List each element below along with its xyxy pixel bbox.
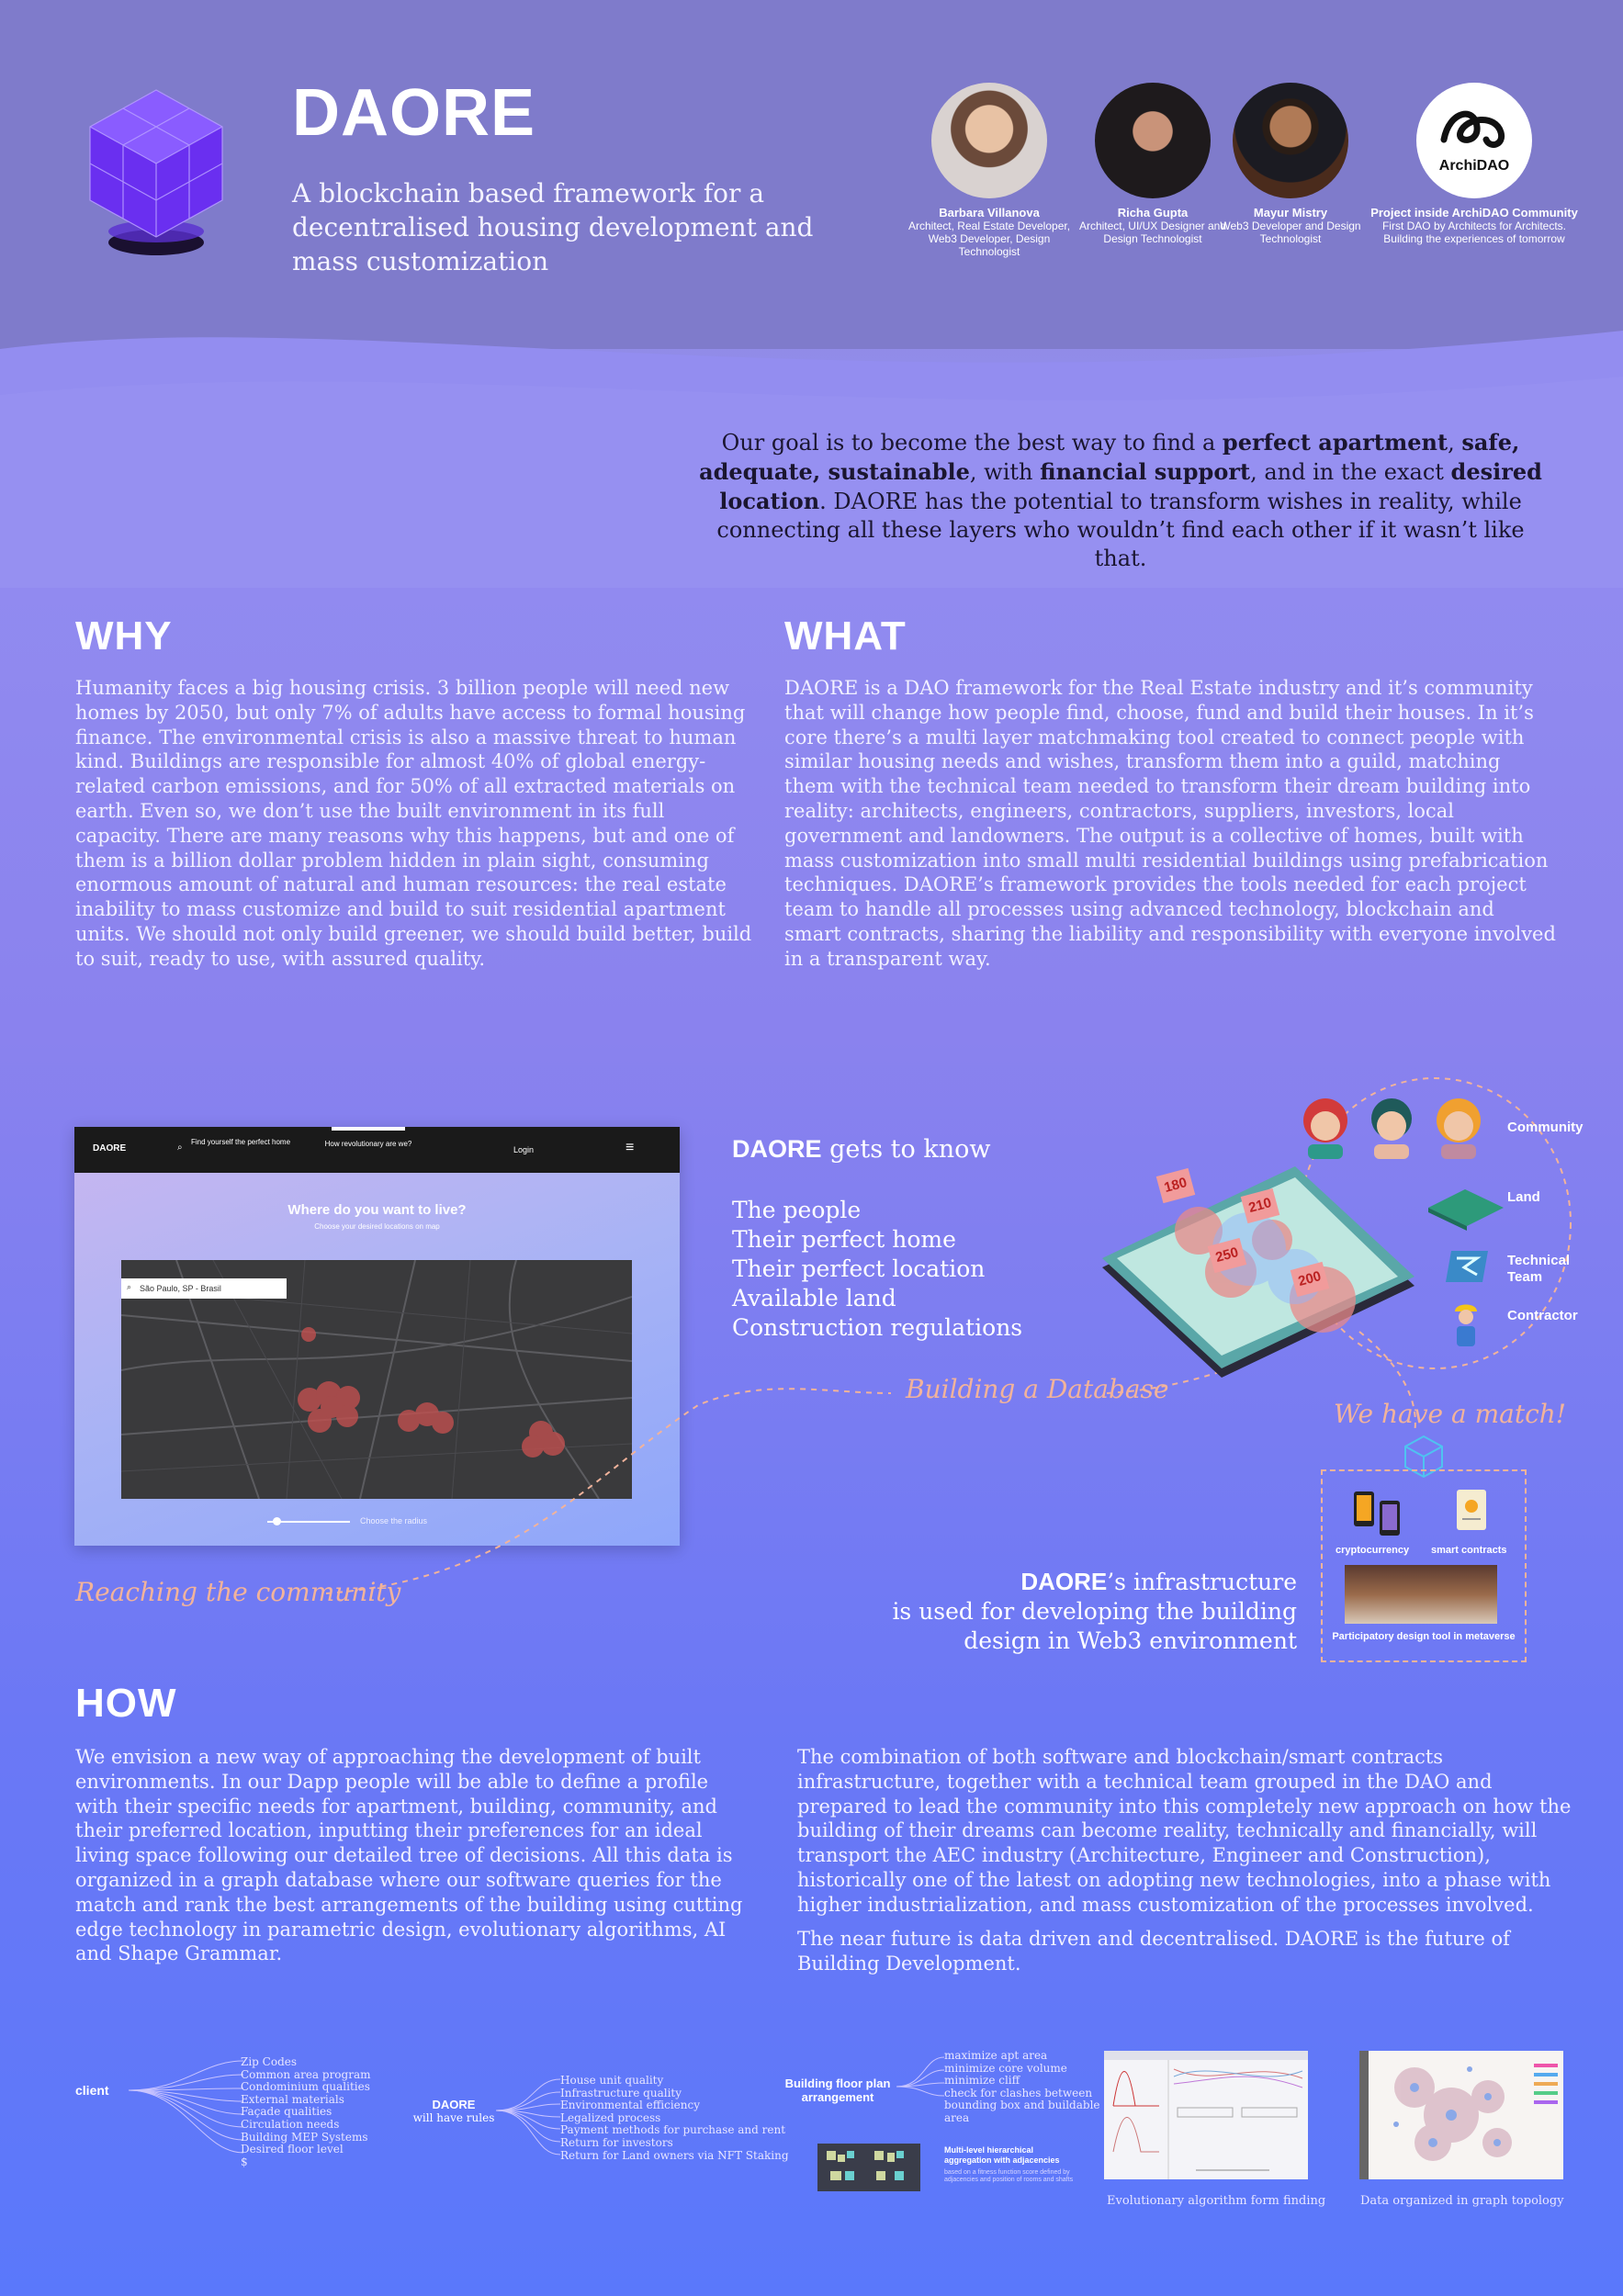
what-heading: WHAT	[784, 613, 907, 658]
member-name: Barbara Villanova	[939, 206, 1040, 219]
archidao-line1: First DAO by Architects for Architects.	[1381, 219, 1567, 232]
daore-logo-icon	[89, 89, 223, 255]
archidao-title: Project inside ArchiDAO Community	[1370, 206, 1578, 219]
client-tree-label: client	[75, 2083, 109, 2098]
community-label: Community	[1507, 1120, 1584, 1135]
what-text: DAORE is a DAO framework for the Real Es…	[784, 677, 1556, 970]
list-item: minimize cliff	[944, 2074, 1020, 2088]
how-text-right: The combination of both software and blo…	[797, 1746, 1572, 1916]
contractor-icon	[1455, 1304, 1477, 1346]
page-subtitle: A blockchain based framework for a decen…	[292, 178, 814, 276]
daore-tree-label: DAORE will have rules	[412, 2098, 495, 2124]
reaching-community-annotation: Reaching the community	[75, 1577, 401, 1607]
floor-plan-label: Building floor plan arrangement	[784, 2077, 891, 2104]
list-item: area	[944, 2110, 970, 2124]
page-title: DAORE	[292, 76, 536, 150]
land-icon	[1428, 1189, 1504, 1231]
list-item: External materials	[241, 2092, 344, 2106]
team-member-card: Barbara Villanova Architect, Real Estate…	[902, 83, 1076, 258]
cryptocurrency-icon	[1354, 1491, 1400, 1536]
why-heading: WHY	[75, 613, 173, 658]
list-item: Zip Codes	[241, 2055, 298, 2068]
list-item: House unit quality	[560, 2074, 664, 2087]
list-item: Façade qualities	[241, 2105, 332, 2119]
aggregation-title: Multi-level hierarchical aggregation with…	[944, 2145, 1060, 2165]
infrastructure-text: DAORE’s infrastructure is used for devel…	[892, 1568, 1297, 1654]
avatar	[1095, 83, 1211, 198]
list-item: maximize apt area	[944, 2049, 1048, 2062]
match-annotation: We have a match!	[1334, 1399, 1567, 1429]
list-item: bounding box and buildable	[944, 2099, 1100, 2112]
list-item: $	[241, 2155, 248, 2168]
list-item: Payment methods for purchase and rent	[560, 2123, 786, 2137]
list-item: Circulation needs	[241, 2117, 340, 2131]
list-item: Return for Land owners via NFT Staking	[560, 2148, 789, 2162]
client-tree-list: Zip Codes Common area program Condominiu…	[241, 2055, 371, 2168]
technical-team-label: Technical Team	[1507, 1253, 1571, 1285]
list-item: Common area program	[241, 2067, 371, 2081]
community-people-icon	[1303, 1098, 1481, 1159]
list-item: check for clashes between	[944, 2086, 1093, 2099]
how-text-right-2: The near future is data driven and decen…	[797, 1928, 1510, 1975]
list-item: Return for investors	[560, 2135, 673, 2149]
evolutionary-caption: Evolutionary algorithm form finding	[1107, 2194, 1326, 2208]
smart-contracts-icon	[1457, 1490, 1486, 1530]
member-role: Web3 Developer and Design Technologist	[1220, 219, 1361, 245]
list-item: minimize core volume	[944, 2061, 1067, 2075]
avatar	[931, 83, 1047, 198]
avatar	[1233, 83, 1348, 198]
technical-team-icon	[1446, 1251, 1488, 1282]
list-item: Desired floor level	[241, 2143, 344, 2156]
archidao-logo-text: ArchiDAO	[1438, 158, 1510, 174]
graph-caption: Data organized in graph topology	[1360, 2194, 1564, 2208]
archidao-line2: Building the experiences of tomorrow	[1383, 232, 1565, 245]
list-item: Environmental efficiency	[560, 2099, 700, 2112]
floor-plan-tree-lines	[896, 2056, 944, 2097]
list-item: Building MEP Systems	[241, 2130, 368, 2144]
metaverse-label: Participatory design tool in metaverse	[1332, 1631, 1516, 1642]
list-item: Condominium qualities	[241, 2080, 370, 2094]
daore-tree-lines	[496, 2078, 560, 2155]
how-heading: HOW	[75, 1681, 177, 1726]
member-name: Mayur Mistry	[1253, 206, 1328, 219]
evolutionary-algorithm-image	[1104, 2051, 1308, 2179]
smart-contracts-label: smart contracts	[1431, 1545, 1507, 1556]
how-text-left: We envision a new way of approaching the…	[75, 1746, 743, 1965]
graph-topology-image	[1359, 2051, 1563, 2179]
goal-statement: Our goal is to become the best way to fi…	[699, 429, 1542, 571]
archidao-card: ArchiDAO Project inside ArchiDAO Communi…	[1369, 83, 1580, 245]
contractor-label: Contractor	[1507, 1308, 1578, 1323]
list-item: Legalized process	[560, 2110, 661, 2124]
archidao-logo-icon: ArchiDAO	[1416, 83, 1532, 198]
daore-tree-list: House unit quality Infrastructure qualit…	[560, 2074, 789, 2162]
aggregation-image	[817, 2144, 920, 2191]
list-item: Infrastructure quality	[560, 2086, 682, 2099]
why-text: Humanity faces a big housing crisis. 3 b…	[75, 677, 752, 970]
metaverse-image	[1345, 1565, 1497, 1624]
cryptocurrency-label: cryptocurrency	[1336, 1545, 1410, 1556]
member-role: Architect, Real Estate Developer, Web3 D…	[907, 219, 1071, 258]
floor-plan-list: maximize apt area minimize core volume m…	[944, 2049, 1100, 2125]
client-tree-lines	[129, 2060, 243, 2154]
land-label: Land	[1507, 1189, 1540, 1205]
infrastructure-box: cryptocurrency smart contracts Participa…	[1321, 1469, 1527, 1662]
aggregation-desc: based on a fitness function score define…	[944, 2169, 1074, 2183]
team-member-card: Mayur Mistry Web3 Developer and Design T…	[1212, 83, 1369, 245]
